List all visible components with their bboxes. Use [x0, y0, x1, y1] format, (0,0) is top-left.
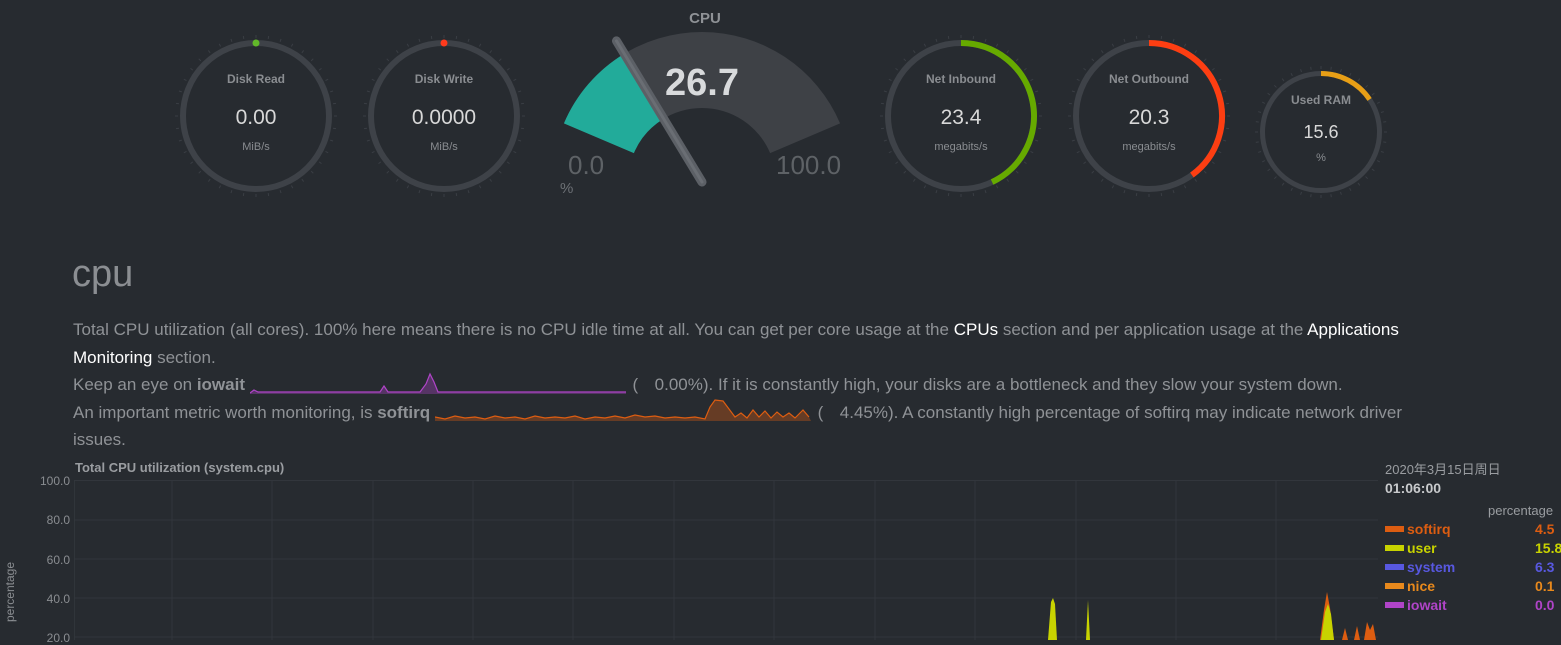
iowait-percentage: 0.00% [643, 371, 703, 399]
used-ram-gauge[interactable]: Used RAM 15.6 % [1258, 69, 1384, 195]
chart-area-series [1048, 592, 1376, 640]
ring-marker [253, 40, 260, 47]
net-inbound-gauge[interactable]: Net Inbound 23.4 megabits/s [883, 38, 1039, 194]
legend-value: 0.1 [1535, 578, 1554, 594]
legend-swatch [1385, 602, 1404, 608]
y-tick-20: 20.0 [30, 631, 70, 645]
legend-item-nice[interactable]: nice0.1 [1385, 578, 1435, 597]
desc-text-5: issues. [73, 430, 126, 449]
desc-line-3: Keep an eye on iowait ( 0.00%). If it is… [73, 371, 1561, 399]
softirq-open-paren: ( [818, 403, 824, 422]
disk-write-label: Disk Write [366, 72, 522, 86]
desc-text-3b: ). If it is constantly high, your disks … [703, 375, 1343, 394]
chart-plot-area[interactable] [74, 480, 1378, 640]
chart-legend: 2020年3月15日周日 01:06:00 percentage softirq… [1385, 459, 1561, 496]
iowait-term: iowait [197, 375, 245, 394]
used-ram-value: 15.6 [1258, 122, 1384, 143]
legend-label: softirq [1407, 521, 1451, 537]
legend-swatch [1385, 564, 1404, 570]
desc-text-1a: Total CPU utilization (all cores). 100% … [73, 320, 954, 339]
monitoring-link[interactable]: Monitoring [73, 348, 152, 367]
desc-text-2b: section. [152, 348, 215, 367]
dashboard-gauges: Disk Read 0.00 MiB/s Disk Write 0.0000 M… [0, 0, 1561, 210]
ring-marker [441, 40, 448, 47]
desc-line-1: Total CPU utilization (all cores). 100% … [73, 316, 1561, 344]
disk-write-unit: MiB/s [366, 141, 522, 153]
section-description: Total CPU utilization (all cores). 100% … [73, 316, 1561, 454]
legend-value: 6.3 [1535, 559, 1554, 575]
net-outbound-label: Net Outbound [1071, 72, 1227, 86]
net-outbound-gauge[interactable]: Net Outbound 20.3 megabits/s [1071, 38, 1227, 194]
legend-value: 15.8 [1535, 540, 1561, 556]
net-inbound-unit: megabits/s [883, 141, 1039, 153]
desc-text-4a: An important metric worth monitoring, is [73, 403, 377, 422]
used-ram-label: Used RAM [1258, 93, 1384, 107]
desc-line-5: issues. [73, 426, 1561, 454]
y-tick-60: 60.0 [30, 553, 70, 567]
net-inbound-value: 23.4 [883, 106, 1039, 130]
legend-date: 2020年3月15日周日 [1385, 459, 1561, 478]
y-tick-40: 40.0 [30, 592, 70, 606]
y-tick-100: 100.0 [30, 474, 70, 488]
legend-label: user [1407, 540, 1437, 556]
legend-item-softirq[interactable]: softirq4.5 [1385, 521, 1451, 540]
desc-text-3a: Keep an eye on [73, 375, 197, 394]
legend-label: nice [1407, 578, 1435, 594]
net-outbound-value: 20.3 [1071, 106, 1227, 130]
desc-line-4: An important metric worth monitoring, is… [73, 399, 1561, 427]
legend-value: 0.0 [1535, 597, 1554, 613]
legend-item-user[interactable]: user15.8 [1385, 540, 1437, 559]
legend-swatch [1385, 583, 1404, 589]
chart-title: Total CPU utilization (system.cpu) [75, 460, 284, 475]
chart-gridlines [74, 480, 1378, 640]
legend-item-system[interactable]: system6.3 [1385, 559, 1455, 578]
y-tick-80: 80.0 [30, 513, 70, 527]
chart-y-axis-label: percentage [3, 552, 17, 632]
cpu-gauge-unit: % [560, 180, 573, 197]
cpu-gauge-min: 0.0 [568, 150, 604, 181]
disk-read-value: 0.00 [178, 106, 334, 130]
legend-units: percentage [1488, 503, 1553, 518]
legend-label: iowait [1407, 597, 1447, 613]
cpu-gauge[interactable]: CPU 26.7 0.0 100.0 % [550, 0, 860, 210]
disk-write-gauge[interactable]: Disk Write 0.0000 MiB/s [366, 38, 522, 194]
softirq-sparkline[interactable] [435, 397, 813, 423]
net-outbound-unit: megabits/s [1071, 141, 1227, 153]
used-ram-unit: % [1258, 152, 1384, 164]
desc-text-1b: section and per application usage at the [998, 320, 1307, 339]
cpu-utilization-chart[interactable]: Total CPU utilization (system.cpu) perce… [0, 455, 1561, 634]
legend-label: system [1407, 559, 1455, 575]
cpu-gauge-value: 26.7 [632, 62, 772, 105]
legend-swatch [1385, 526, 1404, 532]
cpu-gauge-title: CPU [550, 10, 860, 27]
desc-text-4b: ). A constantly high percentage of softi… [888, 403, 1402, 422]
cpu-gauge-max: 100.0 [776, 150, 841, 181]
cpus-link[interactable]: CPUs [954, 320, 998, 339]
legend-value: 4.5 [1535, 521, 1554, 537]
iowait-sparkline[interactable] [250, 370, 628, 396]
legend-swatch [1385, 545, 1404, 551]
desc-line-2: Monitoring section. [73, 344, 1561, 372]
softirq-percentage: 4.45% [828, 399, 888, 427]
net-inbound-label: Net Inbound [883, 72, 1039, 86]
disk-read-label: Disk Read [178, 72, 334, 86]
softirq-term: softirq [377, 403, 430, 422]
section-title: cpu [72, 253, 133, 296]
disk-read-gauge[interactable]: Disk Read 0.00 MiB/s [178, 38, 334, 194]
disk-read-unit: MiB/s [178, 141, 334, 153]
iowait-open-paren: ( [632, 375, 638, 394]
applications-link[interactable]: Applications [1307, 320, 1399, 339]
legend-item-iowait[interactable]: iowait0.0 [1385, 597, 1447, 616]
disk-write-value: 0.0000 [366, 106, 522, 130]
legend-time: 01:06:00 [1385, 480, 1561, 496]
